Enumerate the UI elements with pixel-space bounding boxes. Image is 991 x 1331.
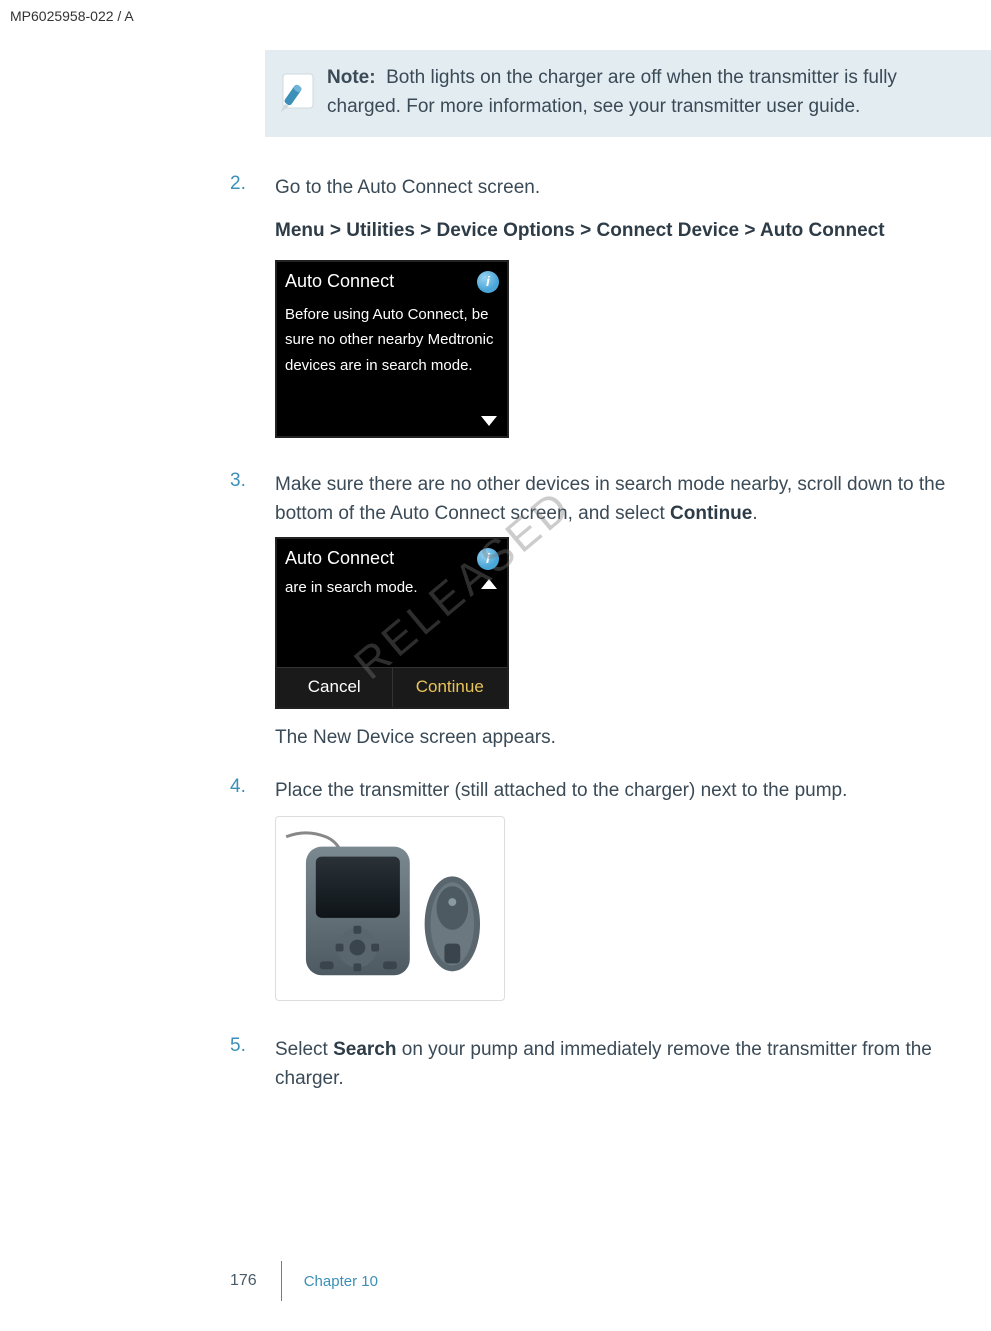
note-label: Note: xyxy=(327,67,376,88)
screen-body: are in search mode. xyxy=(277,575,507,609)
step-number: 3. xyxy=(230,470,275,752)
scroll-down-icon xyxy=(481,416,497,426)
step-5: 5. Select Search on your pump and immedi… xyxy=(230,1035,991,1094)
step-number: 4. xyxy=(230,776,275,1010)
screen-title: Auto Connect xyxy=(285,268,394,296)
step-number: 5. xyxy=(230,1035,275,1094)
page-content: Note: Both lights on the charger are off… xyxy=(230,50,991,1118)
doc-header-id: MP6025958-022 / A xyxy=(10,8,134,24)
footer-separator xyxy=(281,1261,282,1301)
scroll-up-icon xyxy=(481,579,497,589)
note-icon xyxy=(275,68,321,119)
screen-button-row: Cancel Continue xyxy=(277,667,507,706)
device-screen-auto-connect-1: Auto Connect i Before using Auto Connect… xyxy=(275,260,509,438)
step-4: 4. Place the transmitter (still attached… xyxy=(230,776,991,1010)
device-screen-auto-connect-2: Auto Connect i are in search mode. Cance… xyxy=(275,537,509,709)
info-icon: i xyxy=(477,548,499,570)
info-icon: i xyxy=(477,271,499,293)
chapter-label: Chapter 10 xyxy=(304,1273,378,1290)
note-callout: Note: Both lights on the charger are off… xyxy=(265,50,991,137)
continue-button[interactable]: Continue xyxy=(393,668,508,706)
step-2: 2. Go to the Auto Connect screen. Menu >… xyxy=(230,173,991,446)
page-footer: 176 Chapter 10 xyxy=(230,1261,378,1301)
note-text: Note: Both lights on the charger are off… xyxy=(327,64,975,121)
step-number: 2. xyxy=(230,173,275,446)
menu-path: Menu > Utilities > Device Options > Conn… xyxy=(275,216,991,245)
step-3-text: Make sure there are no other devices in … xyxy=(275,470,991,529)
pump-transmitter-illustration xyxy=(275,816,505,1001)
step-3: 3. Make sure there are no other devices … xyxy=(230,470,991,752)
screen-title: Auto Connect xyxy=(285,545,394,573)
step-2-text: Go to the Auto Connect screen. xyxy=(275,173,991,202)
step-5-text: Select Search on your pump and immediate… xyxy=(275,1035,991,1094)
step-3-after: The New Device screen appears. xyxy=(275,723,991,752)
page-number: 176 xyxy=(230,1272,257,1290)
step-4-text: Place the transmitter (still attached to… xyxy=(275,776,991,805)
screen-body: Before using Auto Connect, be sure no ot… xyxy=(277,298,507,387)
cancel-button[interactable]: Cancel xyxy=(277,668,393,706)
note-body: Both lights on the charger are off when … xyxy=(327,67,897,117)
